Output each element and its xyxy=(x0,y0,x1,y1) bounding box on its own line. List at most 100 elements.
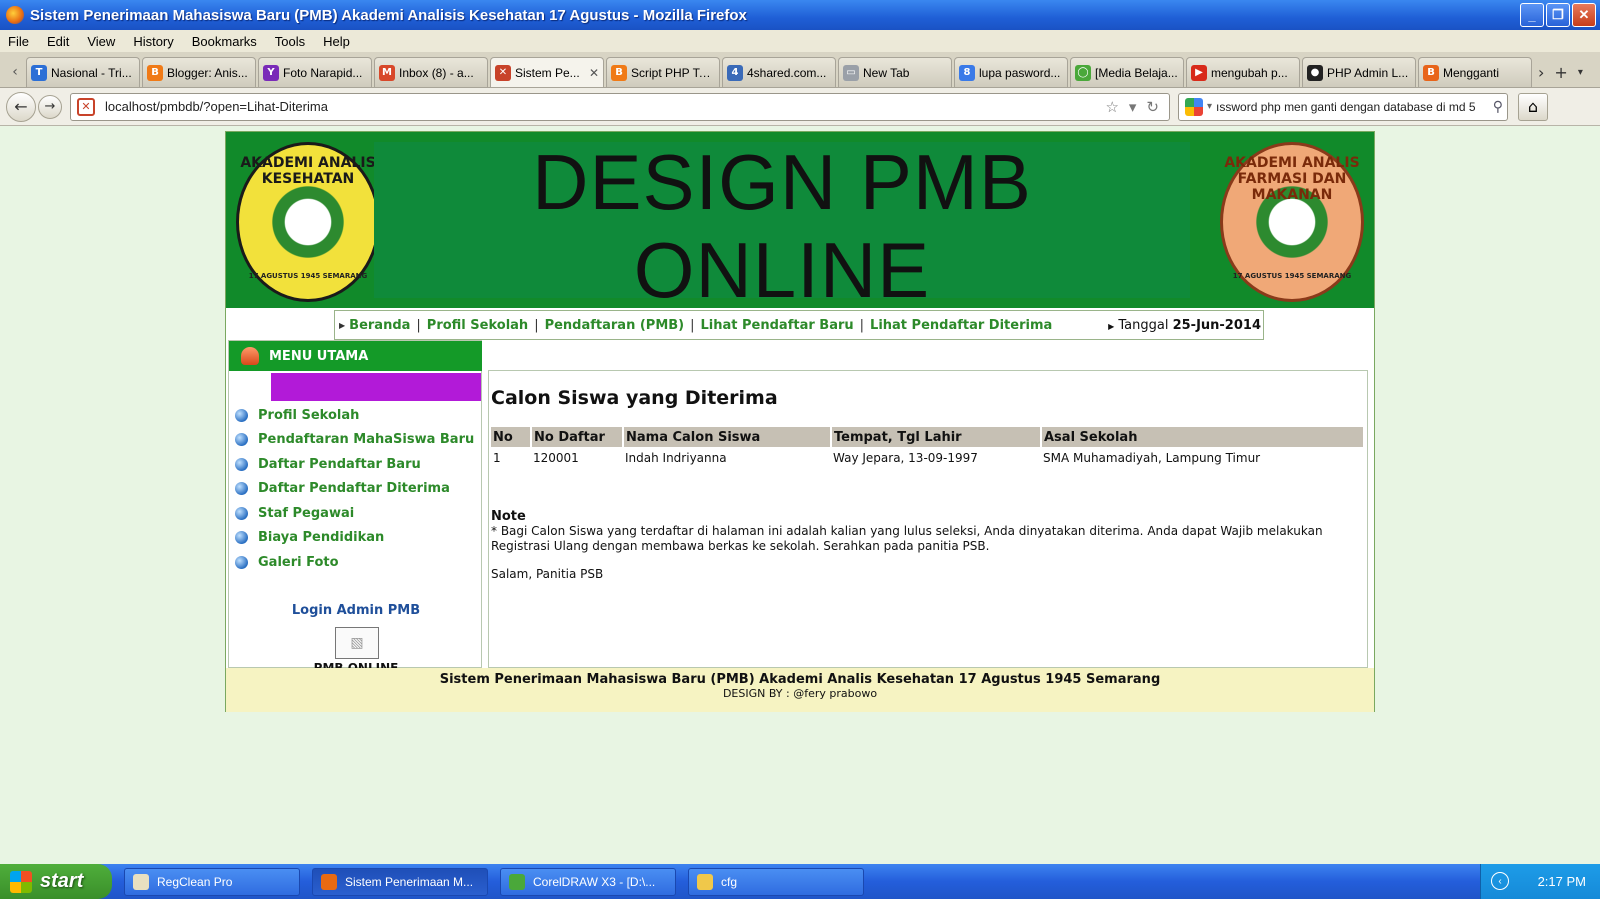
maximize-button[interactable]: ❐ xyxy=(1546,3,1570,27)
browser-tab[interactable]: ◯ [Media Belaja... xyxy=(1070,57,1184,87)
sidebar-item-label[interactable]: Daftar Pendaftar Diterima xyxy=(258,481,450,496)
browser-tab[interactable]: B Blogger: Anis... xyxy=(142,57,256,87)
url-bar[interactable]: ✕ localhost/pmbdb/?open=Lihat-Diterima ☆… xyxy=(70,92,1170,121)
tab-strip: ‹ T Nasional - Tri... B Blogger: Anis... Y Fo… xyxy=(0,52,1600,88)
browser-tab[interactable]: ▭ New Tab xyxy=(838,57,952,87)
nav-lihat-pendaftar-diterima[interactable]: Lihat Pendaftar Diterima xyxy=(870,318,1052,333)
tab-label: 4shared.com... xyxy=(747,65,827,80)
login-admin-link[interactable]: Login Admin PMB xyxy=(229,603,483,618)
tab-close-icon[interactable]: ✕ xyxy=(589,66,599,80)
menu-history[interactable]: History xyxy=(133,34,173,49)
bullet-globe-icon xyxy=(235,433,248,447)
sidebar-item-profil-sekolah[interactable]: Profil Sekolah xyxy=(235,403,474,428)
sidebar-item-label[interactable]: Staf Pegawai xyxy=(258,506,354,521)
side-menu: Profil Sekolah Pendaftaran MahaSiswa Bar… xyxy=(235,403,474,575)
home-button[interactable]: ⌂ xyxy=(1518,92,1548,121)
sidebar-item-label[interactable]: Galeri Foto xyxy=(258,555,339,570)
taskbar-item[interactable]: RegClean Pro xyxy=(124,867,300,896)
windows-taskbar: start RegClean Pro Sistem Penerimaan M...… xyxy=(0,864,1600,899)
sidebar-item-label[interactable]: Daftar Pendaftar Baru xyxy=(258,457,421,472)
browser-tab[interactable]: 4 4shared.com... xyxy=(722,57,836,87)
nav-profil-sekolah[interactable]: Profil Sekolah xyxy=(427,318,528,333)
table-cell: 1 xyxy=(493,451,501,465)
sidebar-item-label[interactable]: Pendaftaran MahaSiswa Baru xyxy=(258,432,474,447)
window-title: Sistem Penerimaan Mahasiswa Baru (PMB) A… xyxy=(30,6,747,24)
browser-tab[interactable]: ✕ Sistem Pe... ✕ xyxy=(490,57,604,87)
forward-arrow-icon: → xyxy=(44,99,56,114)
close-button[interactable]: ✕ xyxy=(1572,3,1596,27)
start-button[interactable]: start xyxy=(0,864,112,899)
site-favicon-icon: ✕ xyxy=(77,97,95,116)
taskbar-item-label: RegClean Pro xyxy=(157,874,233,889)
browser-tab[interactable]: Y Foto Narapid... xyxy=(258,57,372,87)
forward-button[interactable]: → xyxy=(38,94,62,119)
taskbar-item[interactable]: CorelDRAW X3 - [D:\... xyxy=(500,867,676,896)
nav-pendaftaran[interactable]: Pendaftaran (PMB) xyxy=(545,318,685,333)
new-tab-icon[interactable]: + xyxy=(1554,63,1567,82)
tab-label: Blogger: Anis... xyxy=(167,65,248,80)
sidebar-item-biaya-pendidikan[interactable]: Biaya Pendidikan xyxy=(235,526,474,551)
menu-bookmarks[interactable]: Bookmarks xyxy=(192,34,257,49)
browser-tab[interactable]: B Script PHP To... xyxy=(606,57,720,87)
date-label: Tanggal xyxy=(1118,318,1169,333)
menu-view[interactable]: View xyxy=(87,34,115,49)
purple-banner xyxy=(271,373,481,401)
show-hidden-icons-icon[interactable]: ‹ xyxy=(1491,872,1509,890)
taskbar-item[interactable]: cfg xyxy=(688,867,864,896)
menu-edit[interactable]: Edit xyxy=(47,34,69,49)
nav-lihat-pendaftar-baru[interactable]: Lihat Pendaftar Baru xyxy=(701,318,854,333)
menu-tools[interactable]: Tools xyxy=(275,34,305,49)
nav-bullet-icon: ▶ xyxy=(339,320,346,330)
nav-beranda[interactable]: Beranda xyxy=(349,318,410,333)
tab-favicon-icon: Y xyxy=(263,64,279,81)
bullet-globe-icon xyxy=(235,531,248,545)
bookmark-star-icon[interactable]: ☆ xyxy=(1105,98,1118,116)
back-button[interactable]: ← xyxy=(6,91,36,122)
menu-help[interactable]: Help xyxy=(323,34,350,49)
tab-label: Mengganti xyxy=(1443,65,1500,80)
search-icon[interactable]: ⚲ xyxy=(1493,99,1503,115)
menu-file[interactable]: File xyxy=(8,34,29,49)
tab-favicon-icon: B xyxy=(147,64,163,81)
site-title: DESIGN PMB ONLINE xyxy=(374,138,1190,314)
site-header: AKADEMI ANALIS KESEHATAN 17 AGUSTUS 1945… xyxy=(226,132,1374,314)
search-input[interactable]: ıssword php men ganti dengan database di… xyxy=(1216,100,1493,114)
search-engine-dropdown-icon[interactable]: ▾ xyxy=(1207,101,1212,112)
sidebar-item-galeri-foto[interactable]: Galeri Foto xyxy=(235,550,474,575)
site-title-line2: ONLINE xyxy=(633,226,931,314)
sidebar-item-daftar-pendaftar-baru[interactable]: Daftar Pendaftar Baru xyxy=(235,452,474,477)
clock: 2:17 PM xyxy=(1537,874,1586,889)
sidebar-item-daftar-pendaftar-diterima[interactable]: Daftar Pendaftar Diterima xyxy=(235,477,474,502)
column-header: Tempat, Tgl Lahir xyxy=(831,427,1042,447)
top-navigation: ▶ Beranda | Profil Sekolah | Pendaftaran (… xyxy=(334,310,1264,340)
sidebar-item-label[interactable]: Profil Sekolah xyxy=(258,408,359,423)
taskbar-app-icon xyxy=(509,873,525,890)
search-bar[interactable]: ▾ ıssword php men ganti dengan database … xyxy=(1178,92,1508,121)
google-icon[interactable] xyxy=(1185,97,1203,116)
browser-tab[interactable]: 8 lupa pasword... xyxy=(954,57,1068,87)
scroll-tabs-right-icon[interactable]: › xyxy=(1538,63,1544,82)
scroll-tabs-left-icon[interactable]: ‹ xyxy=(4,57,26,87)
browser-tab[interactable]: B Mengganti xyxy=(1418,57,1532,87)
table-cell: 120001 xyxy=(533,451,579,465)
browser-tab[interactable]: ● PHP Admin L... xyxy=(1302,57,1416,87)
sidebar-item-label[interactable]: Biaya Pendidikan xyxy=(258,530,384,545)
reload-icon[interactable]: ↻ xyxy=(1146,98,1159,116)
column-header: Nama Calon Siswa xyxy=(623,427,832,447)
tab-favicon-icon: ▭ xyxy=(843,64,859,81)
sidebar-item-staf-pegawai[interactable]: Staf Pegawai xyxy=(235,501,474,526)
browser-tab[interactable]: ▶ mengubah p... xyxy=(1186,57,1300,87)
table-header-row: No No Daftar Nama Calon Siswa Tempat, Tg… xyxy=(491,427,1365,447)
list-tabs-icon[interactable]: ▾ xyxy=(1578,67,1583,78)
taskbar-item[interactable]: Sistem Penerimaan M... xyxy=(312,867,488,896)
browser-tab[interactable]: M Inbox (8) - a... xyxy=(374,57,488,87)
minimize-button[interactable]: _ xyxy=(1520,3,1544,27)
url-text[interactable]: localhost/pmbdb/?open=Lihat-Diterima xyxy=(105,99,1105,114)
tab-favicon-icon: 4 xyxy=(727,64,743,81)
bullet-globe-icon xyxy=(235,457,248,471)
url-dropdown-icon[interactable]: ▾ xyxy=(1129,98,1137,116)
sidebar-item-pendaftaran[interactable]: Pendaftaran MahaSiswa Baru xyxy=(235,428,474,453)
browser-tab[interactable]: T Nasional - Tri... xyxy=(26,57,140,87)
menu-title: MENU UTAMA xyxy=(269,348,369,364)
back-arrow-icon: ← xyxy=(14,97,28,116)
